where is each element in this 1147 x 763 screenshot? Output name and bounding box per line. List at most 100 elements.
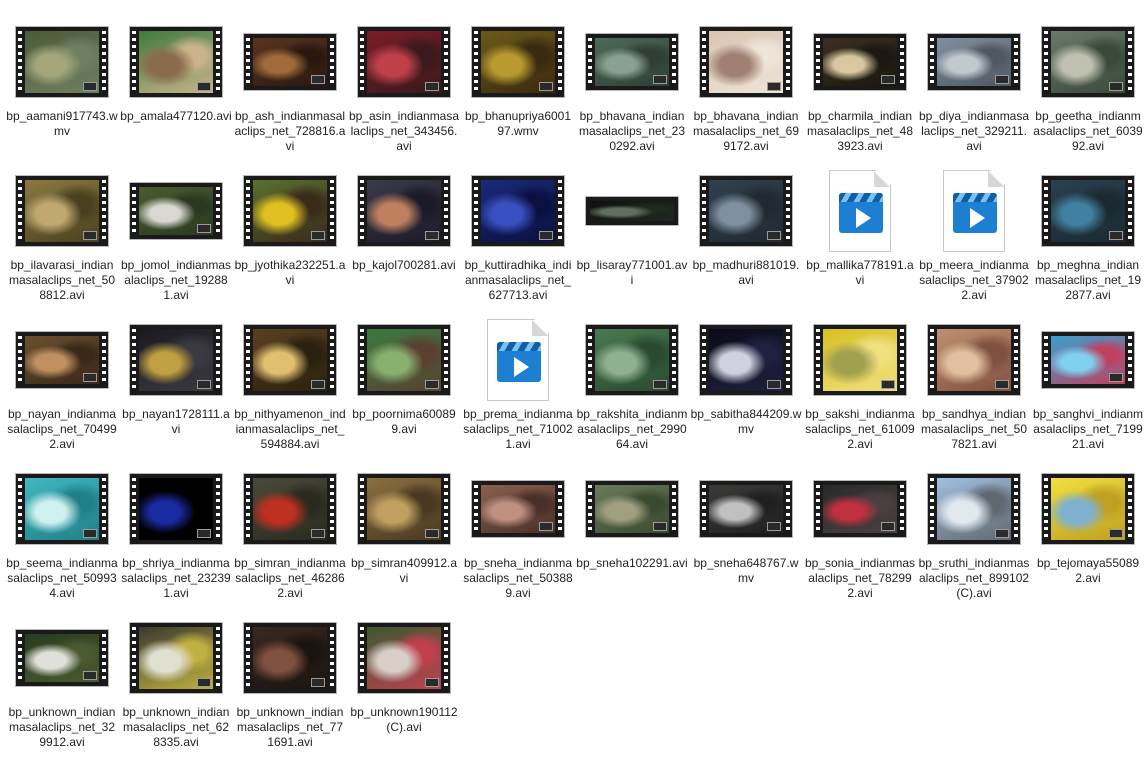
file-thumbnail[interactable] (585, 323, 679, 397)
file-thumbnail[interactable] (357, 621, 451, 695)
file-thumbnail[interactable] (927, 323, 1021, 397)
file-item[interactable]: bp_unknown_indianmasalaclips_net_771691.… (233, 621, 347, 750)
file-thumbnail[interactable] (129, 621, 223, 695)
file-item[interactable]: bp_sneha_indianmasalaclips_net_503889.av… (461, 472, 575, 601)
file-item[interactable]: bp_charmila_indianmasalaclips_net_483923… (803, 25, 917, 154)
file-item[interactable]: bp_madhuri881019.avi (689, 174, 803, 288)
file-thumbnail[interactable] (243, 174, 337, 248)
file-item[interactable]: bp_lisaray771001.avi (575, 174, 689, 288)
file-name-label: bp_tejomaya550892.avi (1036, 556, 1140, 585)
file-item[interactable]: bp_sakshi_indianmasalaclips_net_610092.a… (803, 323, 917, 452)
file-item[interactable]: bp_ilavarasi_indianmasalaclips_net_50881… (5, 174, 119, 303)
file-item[interactable]: bp_asin_indianmasalaclips_net_343456.avi (347, 25, 461, 154)
file-name-label: bp_madhuri881019.avi (692, 258, 800, 287)
file-thumbnail[interactable] (471, 174, 565, 248)
file-name-label: bp_charmila_indianmasalaclips_net_483923… (806, 109, 914, 153)
file-item[interactable]: bp_ash_indianmasalaclips_net_728816.avi (233, 25, 347, 154)
file-item[interactable]: bp_sanghvi_indianmasalaclips_net_719921.… (1031, 323, 1145, 452)
file-thumbnail[interactable] (15, 174, 109, 248)
file-item[interactable]: bp_nithyamenon_indianmasalaclips_net_594… (233, 323, 347, 452)
file-item[interactable]: bp_diya_indianmasalaclips_net_329211.avi (917, 25, 1031, 154)
file-thumbnail[interactable] (129, 472, 223, 546)
file-item[interactable]: bp_meera_indianmasalaclips_net_379022.av… (917, 170, 1031, 303)
file-thumbnail[interactable] (243, 472, 337, 546)
file-thumbnail[interactable] (1041, 323, 1135, 397)
file-item[interactable]: bp_sonia_indianmasalaclips_net_782992.av… (803, 472, 917, 601)
file-thumbnail[interactable] (15, 25, 109, 99)
file-thumbnail[interactable] (699, 472, 793, 546)
filmstrip-thumbnail-icon (586, 481, 678, 537)
file-item[interactable]: bp_kajol700281.avi (347, 174, 461, 273)
file-thumbnail[interactable] (699, 174, 793, 248)
file-thumbnail[interactable] (471, 25, 565, 99)
file-item[interactable]: bp_poornima600899.avi (347, 323, 461, 437)
filmstrip-thumbnail-icon (586, 34, 678, 90)
file-thumbnail[interactable] (129, 323, 223, 397)
file-thumbnail[interactable] (585, 472, 679, 546)
file-thumbnail[interactable] (357, 472, 451, 546)
file-thumbnail[interactable] (15, 621, 109, 695)
file-item[interactable]: bp_bhavana_indianmasalaclips_net_699172.… (689, 25, 803, 154)
filmstrip-thumbnail-icon (16, 630, 108, 686)
file-thumbnail[interactable] (357, 323, 451, 397)
file-item[interactable]: bp_unknown_indianmasalaclips_net_329912.… (5, 621, 119, 750)
file-item[interactable]: bp_simran409912.avi (347, 472, 461, 586)
file-item[interactable]: bp_unknown_indianmasalaclips_net_628335.… (119, 621, 233, 750)
file-item[interactable]: bp_kuttiradhika_indianmasalaclips_net_62… (461, 174, 575, 303)
file-item[interactable]: bp_nayan_indianmasalaclips_net_704992.av… (5, 323, 119, 452)
filmstrip-thumbnail-icon (358, 27, 450, 97)
file-item[interactable]: bp_sneha102291.avi (575, 472, 689, 571)
file-name-label: bp_nayan_indianmasalaclips_net_704992.av… (7, 407, 117, 451)
file-thumbnail[interactable] (243, 25, 337, 99)
file-item[interactable]: bp_mallika778191.avi (803, 170, 917, 288)
file-item[interactable]: bp_seema_indianmasalaclips_net_509934.av… (5, 472, 119, 601)
file-thumbnail[interactable] (699, 25, 793, 99)
file-grid: bp_aamani917743.wmv bp_amala477120.avi bp_… (0, 0, 1147, 763)
file-thumbnail[interactable] (129, 25, 223, 99)
file-item[interactable]: bp_tejomaya550892.avi (1031, 472, 1145, 586)
file-thumbnail[interactable] (927, 170, 1021, 252)
file-thumbnail[interactable] (699, 323, 793, 397)
file-item[interactable]: bp_amala477120.avi (119, 25, 233, 124)
file-item[interactable]: bp_sandhya_indianmasalaclips_net_507821.… (917, 323, 1031, 452)
file-name-label: bp_sneha_indianmasalaclips_net_503889.av… (463, 556, 573, 600)
file-item[interactable]: bp_jomol_indianmasalaclips_net_192881.av… (119, 174, 233, 303)
file-item[interactable]: bp_sabitha844209.wmv (689, 323, 803, 437)
file-item[interactable]: bp_aamani917743.wmv (5, 25, 119, 139)
file-thumbnail[interactable] (357, 25, 451, 99)
file-item[interactable]: bp_rakshita_indianmasalaclips_net_299064… (575, 323, 689, 452)
file-thumbnail[interactable] (813, 323, 907, 397)
file-item[interactable]: bp_geetha_indianmasalaclips_net_603992.a… (1031, 25, 1145, 154)
file-thumbnail[interactable] (1041, 174, 1135, 248)
file-thumbnail[interactable] (813, 25, 907, 99)
file-item[interactable]: bp_prema_indianmasalaclips_net_710021.av… (461, 319, 575, 452)
file-thumbnail[interactable] (585, 25, 679, 99)
file-thumbnail[interactable] (15, 472, 109, 546)
file-item[interactable]: bp_jyothika232251.avi (233, 174, 347, 288)
file-item[interactable]: bp_nayan1728111.avi (119, 323, 233, 437)
file-thumbnail[interactable] (129, 174, 223, 248)
file-item[interactable]: bp_sneha648767.wmv (689, 472, 803, 586)
file-thumbnail[interactable] (357, 174, 451, 248)
file-item[interactable]: bp_simran_indianmasalaclips_net_462862.a… (233, 472, 347, 601)
file-thumbnail[interactable] (927, 472, 1021, 546)
file-thumbnail[interactable] (927, 25, 1021, 99)
file-thumbnail[interactable] (471, 319, 565, 401)
file-item[interactable]: bp_bhavana_indianmasalaclips_net_230292.… (575, 25, 689, 154)
file-item[interactable]: bp_shriya_indianmasalaclips_net_232391.a… (119, 472, 233, 601)
file-thumbnail[interactable] (1041, 472, 1135, 546)
file-item[interactable]: bp_sruthi_indianmasalaclips_net_899102(C… (917, 472, 1031, 601)
file-item[interactable]: bp_unknown190112(C).avi (347, 621, 461, 735)
filmstrip-thumbnail-icon (586, 325, 678, 395)
file-item[interactable]: bp_meghna_indianmasalaclips_net_192877.a… (1031, 174, 1145, 303)
file-thumbnail[interactable] (15, 323, 109, 397)
file-thumbnail[interactable] (813, 170, 907, 252)
file-item[interactable]: bp_bhanupriya600197.wmv (461, 25, 575, 139)
file-thumbnail[interactable] (243, 621, 337, 695)
file-name-label: bp_nayan1728111.avi (122, 407, 230, 436)
file-thumbnail[interactable] (243, 323, 337, 397)
file-thumbnail[interactable] (471, 472, 565, 546)
file-thumbnail[interactable] (585, 174, 679, 248)
file-thumbnail[interactable] (1041, 25, 1135, 99)
file-thumbnail[interactable] (813, 472, 907, 546)
